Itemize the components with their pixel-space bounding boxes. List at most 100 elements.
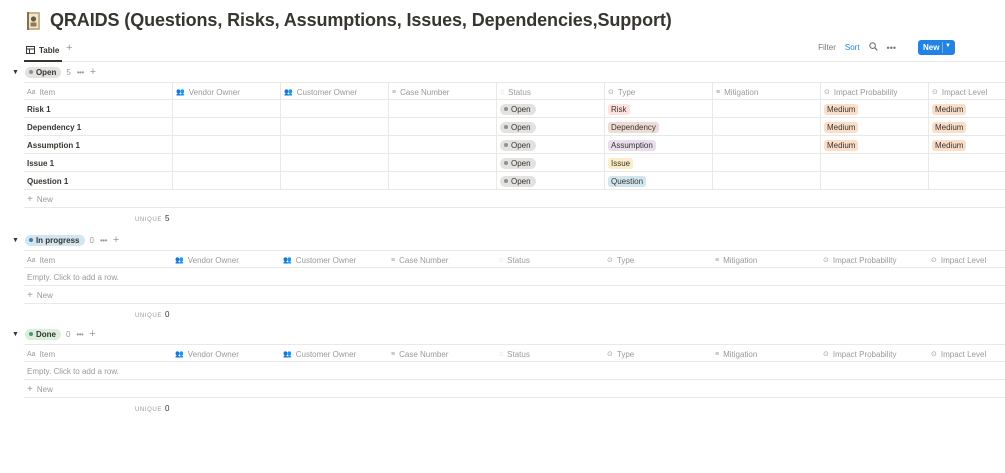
cell-impact-probability[interactable]: [820, 172, 928, 190]
col-header-customer-owner[interactable]: 👥 Customer Owner: [280, 345, 388, 363]
cell-mitigation[interactable]: [712, 118, 820, 136]
tab-table[interactable]: Table: [26, 41, 59, 59]
cell-impact-level[interactable]: Medium: [928, 136, 1005, 154]
cell-vendor-owner[interactable]: [172, 118, 280, 136]
new-row-button[interactable]: + New: [24, 190, 172, 208]
col-header-impact-probability[interactable]: ⊙ Impact Probability: [820, 345, 928, 363]
group-pill-in-progress[interactable]: In progress: [24, 234, 85, 246]
cell-mitigation[interactable]: [712, 172, 820, 190]
col-header-vendor-owner[interactable]: 👥 Vendor Owner: [172, 345, 280, 363]
group-more-icon[interactable]: •••: [77, 68, 84, 77]
cell-mitigation[interactable]: [712, 154, 820, 172]
empty-row[interactable]: Empty. Click to add a row.: [24, 362, 1005, 380]
cell-customer-owner[interactable]: [280, 136, 388, 154]
col-header-customer-owner[interactable]: 👥 Customer Owner: [280, 83, 388, 101]
cell-status[interactable]: Open: [496, 118, 604, 136]
table-row[interactable]: Risk 1 Open Risk Medium Medium: [24, 100, 1005, 118]
cell-impact-probability[interactable]: [820, 154, 928, 172]
col-header-status[interactable]: ◌ Status: [496, 83, 604, 101]
cell-customer-owner[interactable]: [280, 154, 388, 172]
cell-type[interactable]: Question: [604, 172, 712, 190]
empty-placeholder[interactable]: Empty. Click to add a row.: [24, 362, 324, 380]
cell-impact-probability[interactable]: Medium: [820, 136, 928, 154]
calculation-unique[interactable]: UNIQUE 0: [135, 310, 169, 319]
cell-impact-level[interactable]: [928, 154, 1005, 172]
cell-item[interactable]: Assumption 1: [24, 136, 172, 154]
col-header-vendor-owner[interactable]: 👥 Vendor Owner: [172, 251, 280, 269]
cell-case-number[interactable]: [388, 172, 496, 190]
cell-customer-owner[interactable]: [280, 100, 388, 118]
cell-status[interactable]: Open: [496, 136, 604, 154]
col-header-impact-level[interactable]: ⊙ Impact Level: [928, 345, 1005, 363]
col-header-type[interactable]: ⊙ Type: [604, 345, 712, 363]
new-row[interactable]: + New: [24, 190, 1005, 208]
table-row[interactable]: Dependency 1 Open Dependency Medium Medi…: [24, 118, 1005, 136]
cell-case-number[interactable]: [388, 154, 496, 172]
col-header-mitigation[interactable]: ≡ Mitigation: [712, 251, 820, 269]
col-header-vendor-owner[interactable]: 👥 Vendor Owner: [172, 83, 280, 101]
cell-impact-probability[interactable]: Medium: [820, 100, 928, 118]
cell-vendor-owner[interactable]: [172, 100, 280, 118]
group-add-icon[interactable]: +: [113, 235, 119, 246]
book-icon[interactable]: [26, 11, 42, 31]
cell-item[interactable]: Dependency 1: [24, 118, 172, 136]
col-header-impact-probability[interactable]: ⊙ Impact Probability: [820, 83, 928, 101]
filter-button[interactable]: Filter: [818, 43, 836, 52]
cell-impact-level[interactable]: Medium: [928, 100, 1005, 118]
group-add-icon[interactable]: +: [90, 67, 96, 78]
col-header-case-number[interactable]: ≡ Case Number: [388, 251, 496, 269]
col-header-impact-probability[interactable]: ⊙ Impact Probability: [820, 251, 928, 269]
col-header-customer-owner[interactable]: 👥 Customer Owner: [280, 251, 388, 269]
empty-placeholder[interactable]: Empty. Click to add a row.: [24, 268, 324, 286]
cell-vendor-owner[interactable]: [172, 154, 280, 172]
new-row[interactable]: + New: [24, 380, 1005, 398]
col-header-impact-level[interactable]: ⊙ Impact Level: [928, 251, 1005, 269]
col-header-item[interactable]: Aa Item: [24, 345, 172, 363]
search-icon[interactable]: [868, 42, 878, 53]
chevron-down-icon[interactable]: ▼: [945, 43, 951, 49]
caret-down-icon[interactable]: ▼: [12, 69, 19, 76]
cell-vendor-owner[interactable]: [172, 172, 280, 190]
empty-row[interactable]: Empty. Click to add a row.: [24, 268, 1005, 286]
cell-status[interactable]: Open: [496, 154, 604, 172]
cell-customer-owner[interactable]: [280, 172, 388, 190]
cell-impact-level[interactable]: Medium: [928, 118, 1005, 136]
table-row[interactable]: Question 1 Open Question: [24, 172, 1005, 190]
new-button[interactable]: New ▼: [918, 40, 955, 55]
table-row[interactable]: Assumption 1 Open Assumption Medium Medi…: [24, 136, 1005, 154]
cell-type[interactable]: Issue: [604, 154, 712, 172]
col-header-mitigation[interactable]: ≡ Mitigation: [712, 83, 820, 101]
caret-down-icon[interactable]: ▼: [12, 331, 19, 338]
cell-item[interactable]: Question 1: [24, 172, 172, 190]
add-view-button[interactable]: +: [66, 41, 72, 55]
cell-customer-owner[interactable]: [280, 118, 388, 136]
col-header-case-number[interactable]: ≡ Case Number: [388, 345, 496, 363]
col-header-impact-level[interactable]: ⊙ Impact Level: [928, 83, 1005, 101]
cell-type[interactable]: Assumption: [604, 136, 712, 154]
new-row[interactable]: + New: [24, 286, 1005, 304]
cell-item[interactable]: Issue 1: [24, 154, 172, 172]
cell-status[interactable]: Open: [496, 172, 604, 190]
new-row-button[interactable]: + New: [24, 380, 172, 398]
col-header-status[interactable]: ◌ Status: [496, 251, 604, 269]
cell-impact-probability[interactable]: Medium: [820, 118, 928, 136]
cell-status[interactable]: Open: [496, 100, 604, 118]
cell-vendor-owner[interactable]: [172, 136, 280, 154]
col-header-item[interactable]: Aa Item: [24, 251, 172, 269]
calculation-unique[interactable]: UNIQUE 0: [135, 404, 169, 413]
group-more-icon[interactable]: •••: [100, 236, 107, 245]
col-header-status[interactable]: ◌ Status: [496, 345, 604, 363]
col-header-type[interactable]: ⊙ Type: [604, 251, 712, 269]
cell-mitigation[interactable]: [712, 100, 820, 118]
new-row-button[interactable]: + New: [24, 286, 172, 304]
cell-mitigation[interactable]: [712, 136, 820, 154]
col-header-mitigation[interactable]: ≡ Mitigation: [712, 345, 820, 363]
caret-down-icon[interactable]: ▼: [12, 237, 19, 244]
group-add-icon[interactable]: +: [89, 329, 95, 340]
group-pill-done[interactable]: Done: [24, 328, 61, 340]
cell-type[interactable]: Dependency: [604, 118, 712, 136]
group-pill-open[interactable]: Open: [24, 66, 62, 78]
cell-case-number[interactable]: [388, 100, 496, 118]
group-more-icon[interactable]: •••: [76, 330, 83, 339]
col-header-item[interactable]: Aa Item: [24, 83, 172, 101]
